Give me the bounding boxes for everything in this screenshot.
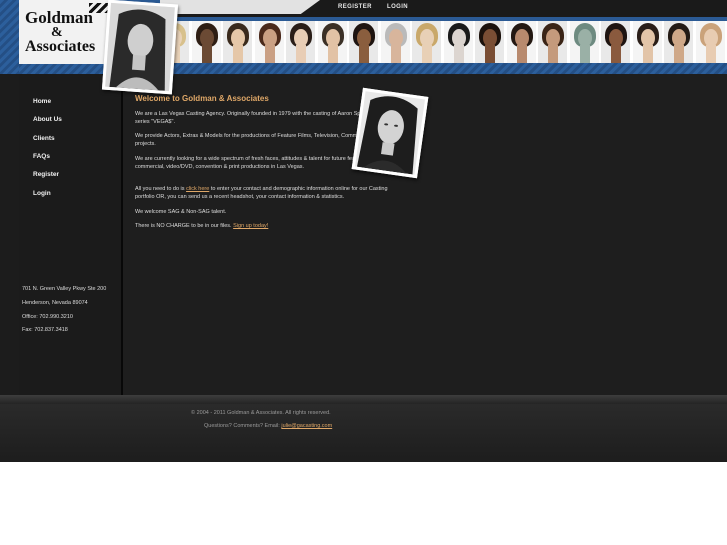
- thumbnail-face: [451, 29, 466, 47]
- headshot-thumbnail: [695, 21, 725, 63]
- top-nav-register[interactable]: REGISTER: [338, 4, 372, 10]
- thumbnail-neck: [359, 45, 369, 63]
- thumbnail-face: [388, 29, 403, 47]
- thumbnail-face: [199, 29, 214, 47]
- thumbnail-neck: [390, 45, 401, 63]
- top-bar-accent: [160, 0, 320, 14]
- headshot-thumbnail: [254, 21, 284, 63]
- page: REGISTER LOGIN Goldman & Associates Home…: [0, 0, 727, 462]
- address-street: 701 N. Green Valley Pkwy Ste 200: [22, 286, 107, 292]
- sidebar-item-login[interactable]: Login: [33, 190, 51, 197]
- thumbnail-face: [294, 29, 308, 47]
- copyright-text: © 2004 - 2011 Goldman & Associates. All …: [191, 410, 331, 416]
- hero-headshot-image: [101, 0, 179, 95]
- thumbnail-neck: [233, 45, 243, 63]
- thumbnail-face: [672, 29, 686, 47]
- thumbnail-neck: [611, 45, 621, 63]
- sidebar-item-home[interactable]: Home: [33, 98, 51, 105]
- address-city: Henderson, Nevada 89074: [22, 300, 88, 306]
- sag-paragraph: We welcome SAG & Non-SAG talent.: [135, 209, 227, 215]
- thumbnail-neck: [453, 45, 464, 63]
- header-left-strip: [0, 0, 19, 74]
- logo[interactable]: Goldman & Associates: [19, 0, 113, 64]
- headshot-thumbnail: [538, 21, 567, 63]
- headshot-thumbnail: [191, 21, 221, 63]
- headshot-thumbnail: [601, 21, 630, 63]
- headshot-thumbnail: [412, 21, 441, 63]
- top-nav-login[interactable]: LOGIN: [387, 4, 408, 10]
- thumbnail-neck: [201, 45, 212, 63]
- thumbnail-neck: [516, 45, 527, 63]
- thumbnail-face: [325, 29, 340, 47]
- headshot-thumbnail: [349, 21, 378, 63]
- headshot-thumbnail: [443, 21, 473, 63]
- address-office-phone: Office: 702.990.3210: [22, 314, 73, 320]
- thumbnail-neck: [579, 45, 590, 63]
- headshot-thumbnail: [664, 21, 693, 63]
- headshot-thumbnail: [569, 21, 599, 63]
- footer-questions-text: Questions? Comments? Email:: [204, 423, 282, 429]
- thumbnail-neck: [296, 45, 306, 63]
- page-title: Welcome to Goldman & Associates: [135, 94, 269, 103]
- footer: © 2004 - 2011 Goldman & Associates. All …: [0, 395, 727, 462]
- headshot-thumbnail: [317, 21, 347, 63]
- thumbnail-neck: [642, 45, 653, 63]
- signup-text-before: All you need to do is: [135, 186, 187, 192]
- thumbnail-face: [514, 29, 529, 47]
- footer-contact: Questions? Comments? Email: julie@gacast…: [204, 423, 332, 429]
- logo-line-3: Associates: [25, 38, 96, 55]
- thumbnail-neck: [548, 45, 558, 63]
- thumbnail-neck: [327, 45, 338, 63]
- thumbnail-neck: [674, 45, 684, 63]
- thumbnail-face: [262, 29, 277, 47]
- signup-paragraph: All you need to do is click here to ente…: [135, 185, 407, 201]
- sign-up-today-link[interactable]: Sign up today!: [233, 223, 268, 229]
- headshot-thumbnail: [475, 21, 504, 63]
- thumbnail-face: [231, 29, 245, 47]
- thumbnail-neck: [264, 45, 275, 63]
- thumbnail-face: [357, 29, 371, 47]
- no-charge-text: There is NO CHARGE to be in our files.: [135, 223, 234, 229]
- thumbnail-face: [640, 29, 655, 47]
- headshot-thumbnail: [286, 21, 315, 63]
- sidebar-item-register[interactable]: Register: [33, 171, 59, 178]
- headshot-thumbnail: [506, 21, 536, 63]
- sidebar-item-faqs[interactable]: FAQs: [33, 153, 50, 160]
- thumbnail-face: [483, 29, 497, 47]
- thumbnail-neck: [705, 45, 716, 63]
- headshot-thumbnail: [380, 21, 410, 63]
- thumbnail-face: [577, 29, 592, 47]
- thumbnail-face: [546, 29, 560, 47]
- footer-email-link[interactable]: julie@gacasting.com: [281, 423, 332, 429]
- footer-band: [0, 396, 727, 404]
- headshot-thumbnail: [223, 21, 252, 63]
- sidebar: Home About Us Clients FAQs Register Logi…: [19, 74, 121, 395]
- thumbnail-neck: [485, 45, 495, 63]
- thumbnail-face: [420, 29, 434, 47]
- address-fax: Fax: 702.837.3418: [22, 327, 68, 333]
- no-charge-paragraph: There is NO CHARGE to be in our files. S…: [135, 222, 405, 230]
- featured-headshot-image: [351, 87, 429, 179]
- main-content: Welcome to Goldman & Associates We are a…: [123, 74, 727, 395]
- sidebar-item-clients[interactable]: Clients: [33, 135, 55, 142]
- thumbnail-face: [703, 29, 718, 47]
- click-here-link[interactable]: click here: [186, 186, 209, 192]
- sidebar-item-about-us[interactable]: About Us: [33, 116, 62, 123]
- header: REGISTER LOGIN Goldman & Associates: [0, 0, 727, 95]
- thumbnail-face: [609, 29, 623, 47]
- headshot-thumbnail: [632, 21, 662, 63]
- headshot-strip: [160, 21, 727, 63]
- thumbnail-neck: [422, 45, 432, 63]
